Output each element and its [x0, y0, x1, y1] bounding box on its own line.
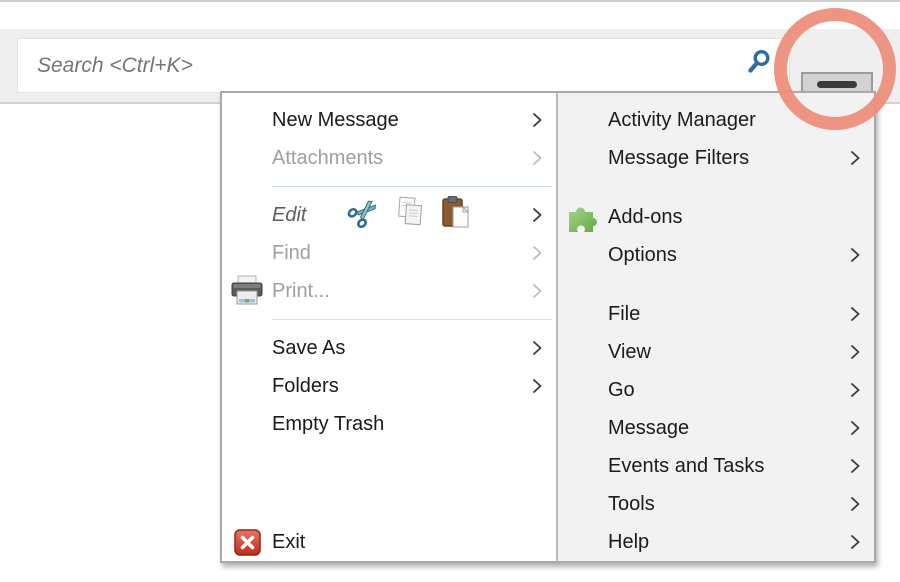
menu-item-tools[interactable]: Tools: [558, 485, 874, 523]
menu-item-save-as[interactable]: Save As: [222, 329, 556, 367]
chevron-right-icon: [518, 376, 556, 396]
menu-group-gap: [558, 274, 874, 295]
chevron-right-icon: [836, 418, 874, 438]
window-top-border: [0, 0, 900, 2]
menu-item-message-filters[interactable]: Message Filters: [558, 139, 874, 177]
menu-group-gap: [558, 177, 874, 198]
menu-item-help[interactable]: Help: [558, 523, 874, 561]
chevron-right-icon: [836, 532, 874, 552]
chevron-right-icon: [518, 110, 556, 130]
menu-item-attachments: Attachments: [222, 139, 556, 177]
menu-item-label: Exit: [272, 531, 305, 554]
chevron-right-icon: [836, 245, 874, 265]
menu-item-events-and-tasks[interactable]: Events and Tasks: [558, 447, 874, 485]
menu-item-file[interactable]: File: [558, 295, 874, 333]
search-input[interactable]: [17, 38, 790, 93]
chevron-right-icon: [518, 338, 556, 358]
menu-item-add-ons[interactable]: Add-ons: [558, 198, 874, 236]
menu-item-label: Options: [608, 244, 677, 267]
menu-item-label: Go: [608, 379, 635, 402]
app-menu-right-pane: Activity Manager Message Filters: [556, 93, 874, 561]
edit-quick-actions: [346, 194, 472, 236]
menu-item-label: Attachments: [272, 147, 383, 170]
chevron-right-icon: [836, 148, 874, 168]
copy-icon[interactable]: [394, 195, 428, 235]
menu-item-label: Events and Tasks: [608, 455, 764, 478]
search-icon[interactable]: [745, 47, 773, 77]
menu-item-label: Save As: [272, 337, 345, 360]
chevron-right-icon: [836, 456, 874, 476]
paste-icon[interactable]: [440, 195, 472, 235]
menu-item-go[interactable]: Go: [558, 371, 874, 409]
cut-icon[interactable]: [346, 194, 382, 236]
menu-item-exit[interactable]: Exit: [222, 523, 556, 561]
menu-item-label: Message Filters: [608, 147, 749, 170]
menu-item-label: Folders: [272, 375, 339, 398]
menu-item-label: Activity Manager: [608, 109, 756, 132]
chevron-right-icon: [836, 304, 874, 324]
menu-separator: [222, 310, 556, 329]
chevron-right-icon: [518, 205, 556, 225]
addons-puzzle-icon: [558, 200, 608, 234]
chevron-right-icon: [518, 243, 556, 263]
chevron-right-icon: [836, 380, 874, 400]
menu-item-edit[interactable]: Edit: [222, 196, 556, 234]
app-menu-popup: New Message Attachments Edit: [220, 91, 876, 563]
exit-icon: [222, 529, 272, 556]
chevron-right-icon: [836, 342, 874, 362]
menu-item-print: Print...: [222, 272, 556, 310]
menu-item-label: Find: [272, 242, 311, 265]
menu-item-label: Edit: [272, 204, 306, 227]
menu-item-options[interactable]: Options: [558, 236, 874, 274]
menu-item-label: Empty Trash: [272, 413, 384, 436]
menu-item-message[interactable]: Message: [558, 409, 874, 447]
chevron-right-icon: [518, 281, 556, 301]
menu-item-empty-trash[interactable]: Empty Trash: [222, 405, 556, 443]
chevron-right-icon: [836, 494, 874, 514]
menu-item-folders[interactable]: Folders: [222, 367, 556, 405]
menu-item-view[interactable]: View: [558, 333, 874, 371]
menu-item-label: Add-ons: [608, 206, 683, 229]
menu-item-label: View: [608, 341, 651, 364]
menu-item-new-message[interactable]: New Message: [222, 101, 556, 139]
menu-item-label: Print...: [272, 280, 330, 303]
menu-item-activity-manager[interactable]: Activity Manager: [558, 101, 874, 139]
menu-item-find: Find: [222, 234, 556, 272]
menu-item-label: Message: [608, 417, 689, 440]
menu-item-label: Help: [608, 531, 649, 554]
menu-item-label: File: [608, 303, 640, 326]
chevron-right-icon: [518, 148, 556, 168]
app-menu-left-pane: New Message Attachments Edit: [222, 93, 556, 561]
menu-item-label: Tools: [608, 493, 655, 516]
printer-icon: [222, 275, 272, 307]
menu-item-label: New Message: [272, 109, 399, 132]
